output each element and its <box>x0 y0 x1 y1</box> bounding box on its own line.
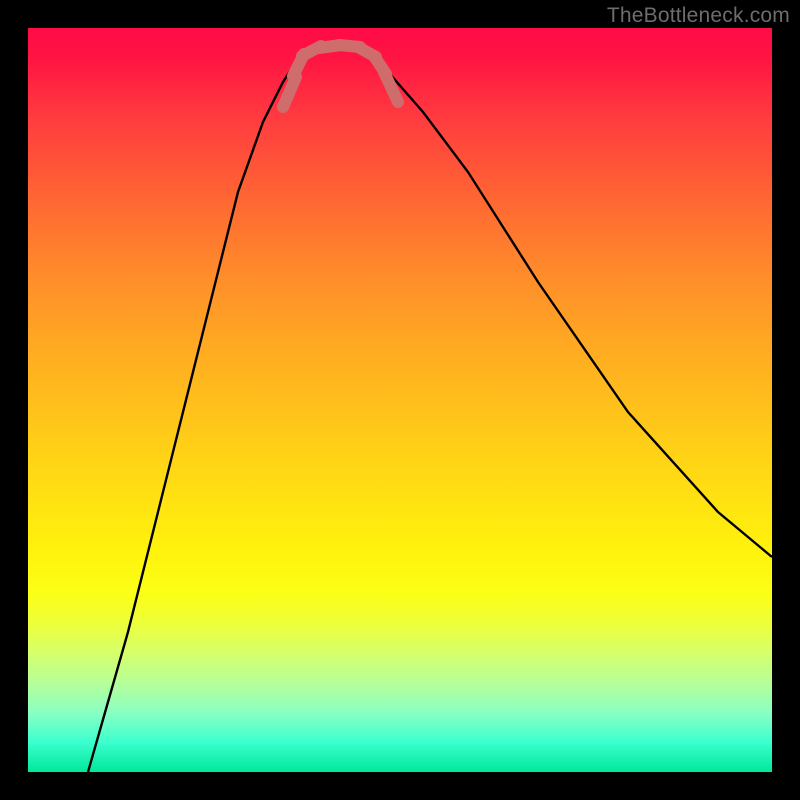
left-curve <box>88 54 304 772</box>
right-curve <box>362 54 772 557</box>
watermark-text: TheBottleneck.com <box>607 4 790 28</box>
plot-area <box>28 28 772 772</box>
valley-marker-segment <box>384 72 398 102</box>
curve-layer <box>28 28 772 772</box>
valley-markers <box>283 45 398 107</box>
chart-frame: TheBottleneck.com <box>0 0 800 800</box>
